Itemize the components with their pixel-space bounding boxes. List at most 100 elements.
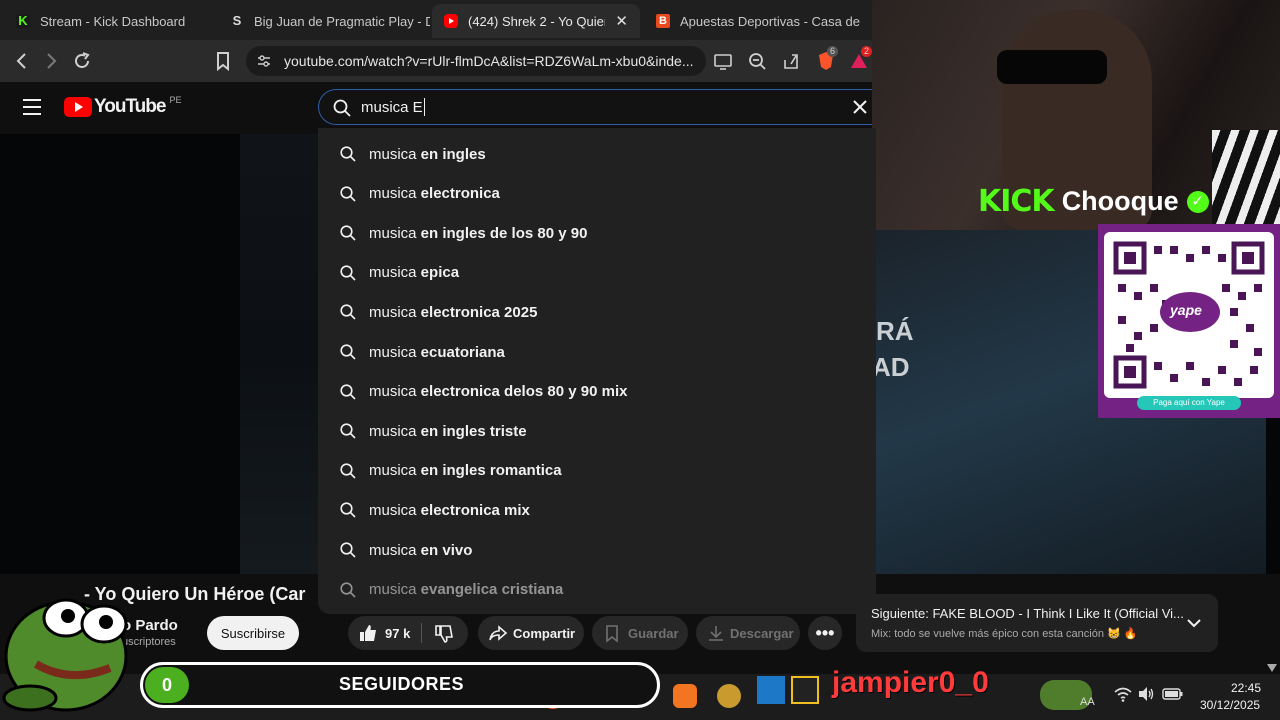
tool-app-icon[interactable] [757, 676, 785, 704]
suggestion-search-icon [340, 581, 356, 598]
youtube-logo-text: YouTube [94, 96, 166, 117]
youtube-favicon-icon [444, 14, 458, 28]
followers-goal-bar: 0 SEGUIDORES [140, 662, 660, 708]
yape-caption: Paga aquí con Yape [1137, 396, 1241, 410]
streamer-username: jampier0_0 [832, 666, 989, 699]
search-suggestion[interactable]: musica en ingles de los 80 y 90 [318, 215, 876, 251]
search-icon [333, 99, 351, 121]
suggestion-text: musica electronica 2025 [369, 304, 537, 321]
more-actions-button[interactable]: ••• [808, 616, 842, 650]
streamer-name: Chooque [1061, 186, 1179, 216]
search-suggestion[interactable]: musica ecuatoriana [318, 334, 876, 370]
save-button[interactable]: Guardar [592, 616, 688, 650]
suggestion-completion: evangelica cristiana [416, 581, 564, 599]
weather-label: AA [1080, 696, 1095, 708]
youtube-logo[interactable]: YouTube PE [64, 95, 181, 118]
clear-search-icon[interactable] [851, 98, 869, 120]
suggestion-completion: en ingles triste [416, 422, 527, 440]
crunchyroll-icon[interactable] [673, 684, 697, 708]
suggestion-search-icon [340, 463, 356, 479]
forward-arrow-icon[interactable] [40, 50, 62, 72]
suggestion-search-icon [340, 185, 356, 202]
up-next-line: Siguiente: FAKE BLOOD - I Think I Like I… [871, 606, 1184, 621]
subscribe-button[interactable]: Suscribirse [207, 616, 299, 650]
search-suggestion[interactable]: musica en ingles romantica [318, 453, 876, 489]
suggestion-query-prefix: musica [369, 501, 417, 519]
search-value: musica E [361, 98, 423, 116]
brave-shield-icon[interactable]: 6 [815, 46, 839, 72]
tab-kick-dashboard[interactable]: K Stream - Kick Dashboard [4, 4, 218, 38]
address-bar[interactable]: youtube.com/watch?v=rUlr-flmDcA&list=RDZ… [246, 46, 706, 76]
kick-logo-text: KICK [978, 184, 1055, 219]
suggestion-query-prefix: musica [369, 343, 417, 361]
game-app-icon[interactable] [717, 684, 741, 708]
suggestion-text: musica en vivo [369, 542, 472, 559]
search-suggestion[interactable]: musica evangelica cristiana [318, 572, 876, 608]
back-arrow-icon[interactable] [11, 50, 33, 72]
suggestion-text: musica electronica mix [369, 502, 530, 519]
search-suggestion[interactable]: musica epica [318, 255, 876, 291]
volume-icon[interactable] [1137, 686, 1155, 707]
qr-code: yape [1104, 232, 1274, 398]
followers-count: 0 [145, 667, 189, 703]
battery-icon[interactable] [1162, 687, 1184, 706]
text-caret [423, 98, 425, 116]
search-suggestion[interactable]: musica en ingles [318, 136, 876, 172]
tab-youtube-shrek[interactable]: (424) Shrek 2 - Yo Quiero U ✕ [432, 4, 640, 38]
wifi-icon[interactable] [1114, 686, 1132, 707]
clock-date[interactable]: 30/12/2025 [1200, 698, 1260, 712]
suggestion-completion: en ingles [416, 145, 486, 163]
brave-rewards-icon[interactable]: 2 [848, 46, 873, 72]
search-suggestion[interactable]: musica electronica mix [318, 492, 876, 528]
suggestion-completion: epica [416, 264, 460, 282]
search-suggestions-dropdown: musica en ingles musica electronica musica… [318, 128, 876, 614]
suggestion-text: musica evangelica cristiana [369, 581, 563, 598]
like-divider [421, 623, 422, 643]
up-next-subtitle: Mix: todo se vuelve más épico con esta c… [871, 628, 1138, 640]
reload-icon[interactable] [71, 50, 93, 72]
suggestion-search-icon [340, 146, 356, 162]
search-suggestion[interactable]: musica electronica delos 80 y 90 mix [318, 374, 876, 410]
like-dislike-group: 97 k [348, 616, 468, 650]
tab-apuestas[interactable]: B Apuestas Deportivas - Casa de [644, 4, 864, 38]
save-playlist-icon [602, 623, 622, 646]
followers-label: SEGUIDORES [339, 674, 465, 694]
clock-time[interactable]: 22:45 [1231, 681, 1261, 695]
crown-app-icon[interactable] [791, 676, 819, 704]
search-input[interactable]: musica E [318, 89, 872, 125]
search-suggestion[interactable]: musica en ingles triste [318, 413, 876, 449]
close-tab-icon[interactable]: ✕ [615, 12, 628, 30]
verified-check-icon: ✓ [1186, 190, 1209, 213]
shield-count-badge: 6 [827, 46, 839, 57]
install-app-icon[interactable] [712, 50, 734, 72]
suggestion-query-prefix: musica [369, 541, 417, 559]
like-count: 97 k [385, 626, 411, 641]
share-button[interactable]: Compartir [478, 616, 584, 650]
suggestion-query-prefix: musica [369, 145, 417, 163]
share-label: Compartir [513, 626, 576, 641]
share-icon[interactable] [780, 50, 802, 72]
chevron-down-icon[interactable] [1186, 616, 1202, 634]
search-suggestion[interactable]: musica electronica 2025 [318, 294, 876, 330]
hamburger-menu-icon[interactable] [22, 98, 42, 121]
bookmark-icon[interactable] [212, 50, 234, 72]
zoom-icon[interactable] [746, 50, 768, 72]
suggestion-query-prefix: musica [369, 383, 417, 401]
share-arrow-icon [488, 623, 508, 646]
suggestion-query-prefix: musica [369, 224, 417, 242]
url-text: youtube.com/watch?v=rUlr-flmDcA&list=RDZ… [284, 53, 694, 69]
tab-title: Big Juan de Pragmatic Play - D [254, 13, 430, 29]
rewards-count-badge: 2 [861, 46, 873, 57]
dislike-button[interactable] [434, 624, 454, 647]
suggestion-search-icon [340, 542, 356, 558]
site-info-icon[interactable] [256, 53, 272, 72]
download-button[interactable]: Descargar [696, 616, 800, 650]
suggestion-completion: electronica 2025 [416, 303, 538, 321]
up-next-panel[interactable]: Siguiente: FAKE BLOOD - I Think I Like I… [856, 594, 1218, 652]
search-suggestion[interactable]: musica en vivo [318, 532, 876, 568]
like-button[interactable] [358, 623, 378, 646]
tab-big-juan[interactable]: S Big Juan de Pragmatic Play - D [218, 4, 430, 38]
download-icon [706, 623, 726, 646]
search-suggestion[interactable]: musica electronica [318, 176, 876, 212]
youtube-play-icon [64, 97, 92, 117]
